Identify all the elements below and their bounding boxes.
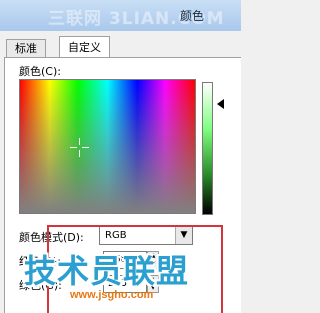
- tab-standard[interactable]: 标准: [6, 39, 46, 58]
- brand-logo-text: 技术员联盟: [24, 252, 190, 290]
- luminance-slider[interactable]: [202, 82, 213, 215]
- tab-custom[interactable]: 自定义: [59, 36, 110, 58]
- colors-label: 颜色(C):: [19, 65, 61, 78]
- color-spectrum[interactable]: [19, 79, 196, 214]
- window-title: 颜色: [180, 9, 205, 23]
- crosshair-icon[interactable]: [70, 138, 89, 157]
- tab-strip: 标准 自定义: [4, 36, 241, 58]
- title-bar: 三联网 3LIAN.COM 颜色: [0, 0, 241, 31]
- luminance-arrow-icon[interactable]: [217, 99, 224, 109]
- brand-url: www.jsgho.com: [70, 289, 154, 301]
